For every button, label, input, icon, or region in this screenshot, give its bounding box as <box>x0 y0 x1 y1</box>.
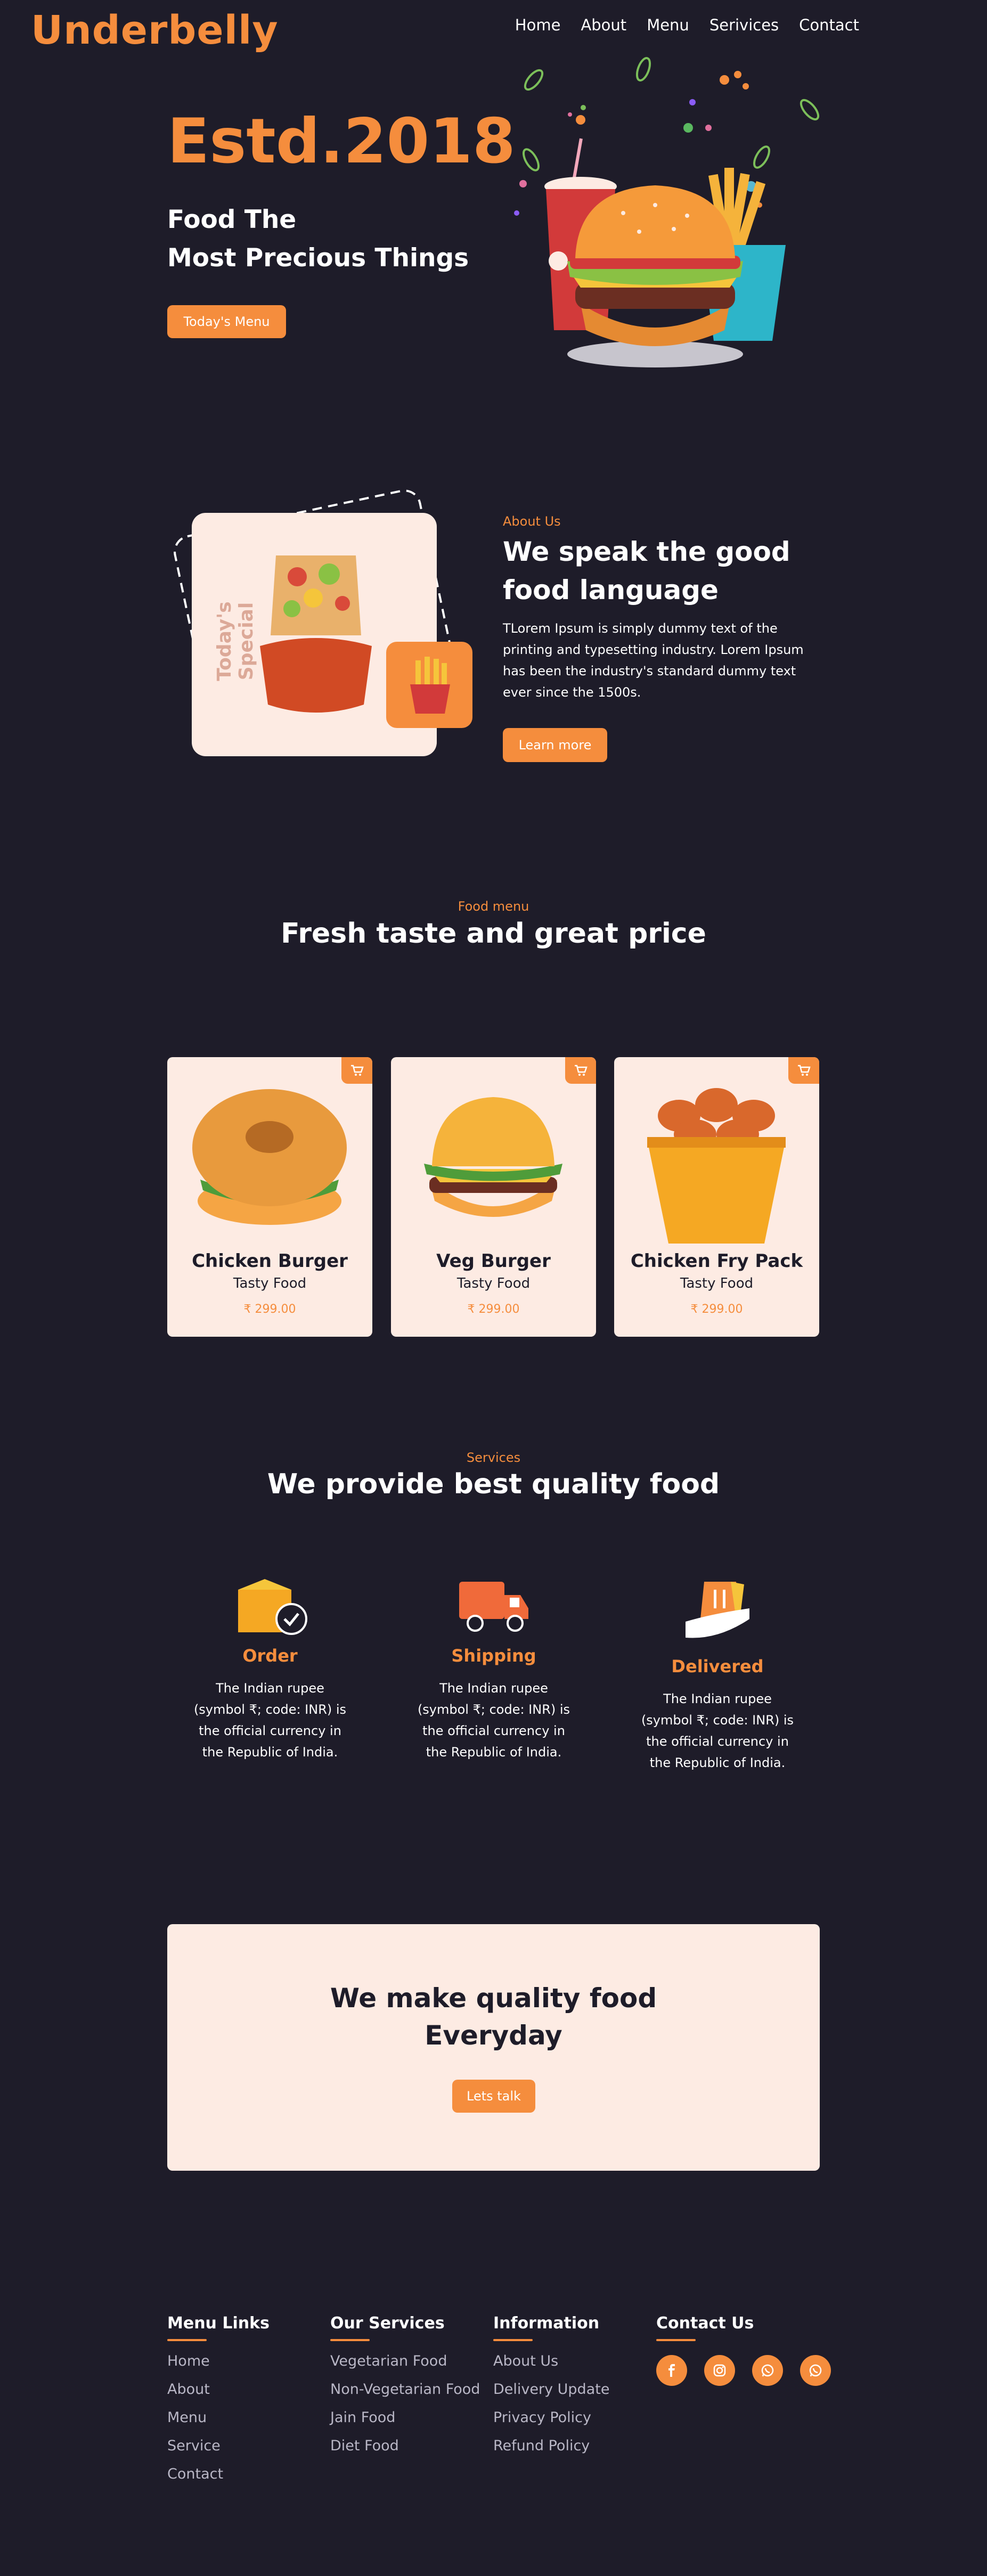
footer-heading: Contact Us <box>656 2314 754 2333</box>
service-order: Order The Indian rupee (symbol ₹; code: I… <box>190 1576 350 1763</box>
heading-underline <box>167 2339 207 2341</box>
footer-link-non-vegetarian[interactable]: Non-Vegetarian Food <box>330 2381 480 2398</box>
about-heading-line1: We speak the good <box>503 536 790 567</box>
whatsapp-icon[interactable] <box>800 2355 831 2386</box>
service-description: The Indian rupee (symbol ₹; code: INR) is… <box>641 1691 794 1770</box>
service-title: Order <box>242 1646 298 1666</box>
footer-link-home[interactable]: Home <box>167 2353 270 2369</box>
menu-section-tag: Food menu <box>458 899 529 914</box>
nav-contact[interactable]: Contact <box>799 16 859 34</box>
chicken-fry-pack-image <box>647 1088 786 1244</box>
menu-item-sub: Tasty Food <box>233 1275 307 1291</box>
wrap-illustration <box>260 555 372 713</box>
menu-heading: Fresh taste and great price <box>281 918 706 950</box>
menu-card-chicken-fry-pack[interactable]: Chicken Fry Pack Tasty Food ₹ 299.00 <box>614 1057 819 1337</box>
footer-heading: Our Services <box>330 2314 445 2333</box>
menu-item-price: ₹ 299.00 <box>243 1303 296 1316</box>
heading-underline <box>656 2339 696 2341</box>
order-box-icon <box>238 1579 307 1635</box>
menu-item-name: Veg Burger <box>436 1250 551 1272</box>
footer-link-jain[interactable]: Jain Food <box>330 2409 480 2426</box>
social-links <box>656 2355 831 2386</box>
todays-menu-button[interactable]: Today's Menu <box>167 305 286 338</box>
cta-banner: We make quality food Everyday Lets talk <box>167 1924 820 2171</box>
about-heading-line2: food language <box>503 575 719 606</box>
facebook-icon[interactable] <box>656 2355 687 2386</box>
menu-item-sub: Tasty Food <box>680 1275 754 1291</box>
hero-food-illustration <box>514 57 820 367</box>
hero-tagline-line1: Food The <box>167 205 297 234</box>
service-delivered: Delivered The Indian rupee (symbol ₹; cod… <box>638 1576 797 1773</box>
lets-talk-button[interactable]: Lets talk <box>452 2080 535 2113</box>
chicken-burger-image <box>192 1089 347 1225</box>
footer-information: Information About Us Delivery Update Pri… <box>493 2314 609 2454</box>
todays-special-label: Today's Special <box>214 601 257 681</box>
menu-item-name: Chicken Burger <box>192 1250 348 1272</box>
service-description: The Indian rupee (symbol ₹; code: INR) is… <box>193 1681 347 1760</box>
menu-card-veg-burger[interactable]: Veg Burger Tasty Food ₹ 299.00 <box>391 1057 596 1337</box>
nav-home[interactable]: Home <box>515 16 561 34</box>
nav-menu[interactable]: Menu <box>647 16 689 34</box>
fries-icon <box>410 657 450 714</box>
cta-heading-line1: We make quality food <box>330 1983 657 2014</box>
service-shipping: Shipping The Indian rupee (symbol ₹; code… <box>414 1576 574 1763</box>
footer-heading: Menu Links <box>167 2314 270 2333</box>
footer-link-privacy-policy[interactable]: Privacy Policy <box>493 2409 609 2426</box>
nav-services[interactable]: Serivices <box>709 16 779 34</box>
service-title: Delivered <box>671 1656 764 1677</box>
about-section-tag: About Us <box>503 514 561 529</box>
service-description: The Indian rupee (symbol ₹; code: INR) is… <box>417 1681 570 1760</box>
footer-link-delivery-update[interactable]: Delivery Update <box>493 2381 609 2398</box>
footer-menu-links: Menu Links Home About Menu Service Conta… <box>167 2314 270 2482</box>
menu-item-name: Chicken Fry Pack <box>630 1250 803 1272</box>
whatsapp-icon[interactable] <box>752 2355 783 2386</box>
footer-link-about[interactable]: About <box>167 2381 270 2398</box>
footer-link-refund-policy[interactable]: Refund Policy <box>493 2438 609 2454</box>
site-logo[interactable]: Underbelly <box>31 7 279 53</box>
footer-contact: Contact Us <box>656 2314 831 2386</box>
nav-about[interactable]: About <box>581 16 626 34</box>
delivery-truck-icon <box>459 1582 528 1632</box>
footer-link-menu[interactable]: Menu <box>167 2409 270 2426</box>
services-heading: We provide best quality food <box>267 1468 720 1500</box>
services-section-tag: Services <box>466 1450 521 1465</box>
veg-burger-image <box>424 1097 562 1217</box>
hand-food-bag-icon <box>686 1582 749 1638</box>
footer-our-services: Our Services Vegetarian Food Non-Vegetar… <box>330 2314 480 2454</box>
footer-link-contact[interactable]: Contact <box>167 2466 270 2482</box>
service-title: Shipping <box>451 1646 536 1666</box>
fries-icon-tile <box>386 642 472 728</box>
footer-link-service[interactable]: Service <box>167 2438 270 2454</box>
heading-underline <box>493 2339 533 2341</box>
footer-link-vegetarian[interactable]: Vegetarian Food <box>330 2353 480 2369</box>
menu-item-price: ₹ 299.00 <box>690 1303 743 1316</box>
menu-card-chicken-burger[interactable]: Chicken Burger Tasty Food ₹ 299.00 <box>167 1057 372 1337</box>
hero-established-year: Estd.2018 <box>167 105 516 177</box>
footer-link-diet[interactable]: Diet Food <box>330 2438 480 2454</box>
cta-heading-line2: Everyday <box>425 2020 562 2051</box>
main-nav: Home About Menu Serivices Contact <box>515 16 859 34</box>
footer-link-about-us[interactable]: About Us <box>493 2353 609 2369</box>
instagram-icon[interactable] <box>704 2355 735 2386</box>
heading-underline <box>330 2339 370 2341</box>
about-heading: We speak the good food language <box>503 533 801 609</box>
footer-heading: Information <box>493 2314 600 2333</box>
menu-item-sub: Tasty Food <box>456 1275 531 1291</box>
about-paragraph: TLorem Ipsum is simply dummy text of the… <box>503 621 804 700</box>
learn-more-button[interactable]: Learn more <box>503 728 607 762</box>
menu-item-price: ₹ 299.00 <box>467 1303 520 1316</box>
hero-tagline-line2: Most Precious Things <box>167 243 469 273</box>
